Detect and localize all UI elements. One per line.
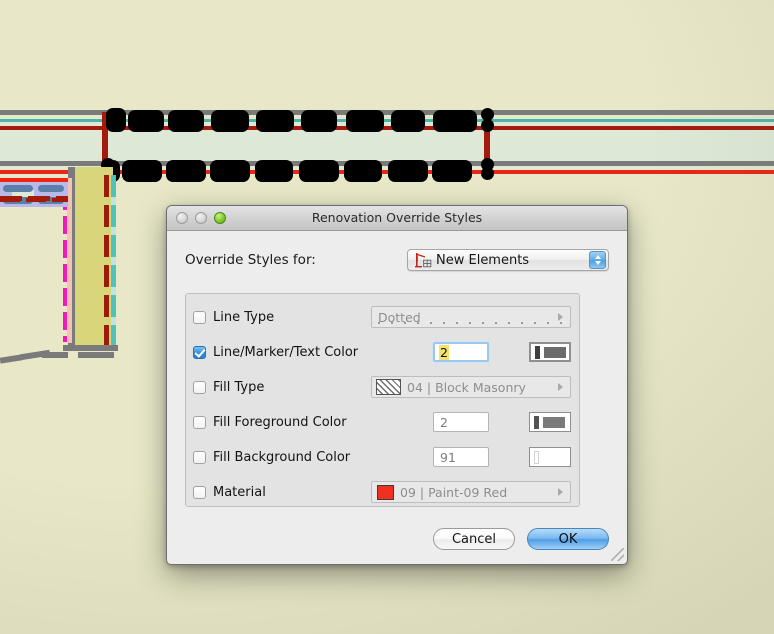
pen-swatch-line-color[interactable]: [529, 342, 571, 362]
redaction-block: [256, 110, 294, 132]
scope-popup-value: New Elements: [436, 252, 530, 268]
override-scope-row: Override Styles for: New Elements: [167, 231, 627, 271]
pen-swatch-fill-foreground[interactable]: [529, 412, 571, 432]
chevron-right-icon: [558, 313, 563, 321]
room-wall-bottom: [63, 345, 118, 351]
room-line-cyan-dashed: [111, 175, 116, 345]
checkbox-line-type[interactable]: [193, 310, 206, 324]
redaction-block: [166, 160, 206, 182]
redaction-block: [433, 110, 477, 132]
pen-number-value-fill-background: 91: [440, 449, 456, 465]
option-row-fill-type: Fill Type 04 | Block Masonry: [186, 374, 579, 400]
label-fill-background-color: Fill Background Color: [213, 449, 351, 465]
redaction-block: [106, 108, 126, 132]
pen-thick-bar: [544, 346, 566, 358]
wall-node: [481, 119, 494, 132]
redaction-block: [128, 110, 164, 132]
pen-number-value-fill-foreground: 2: [440, 414, 448, 430]
resize-grip[interactable]: [611, 548, 624, 561]
detail-dash: [78, 352, 114, 358]
ok-button[interactable]: OK: [527, 528, 609, 550]
redaction-block: [122, 160, 162, 182]
redaction-block: [168, 110, 204, 132]
dialog-button-row: Cancel OK: [433, 528, 609, 550]
wall-node: [481, 167, 494, 180]
redaction-block: [211, 110, 249, 132]
chevron-right-icon: [558, 488, 563, 496]
override-options-group: Line Type Dotted Line/Marker/Text Color …: [185, 293, 580, 507]
redaction-block: [344, 160, 382, 182]
option-row-line-marker-text-color: Line/Marker/Text Color 2: [186, 339, 579, 365]
checkbox-line-marker-text-color[interactable]: [193, 345, 206, 359]
room-line-magenta-dashed: [63, 192, 67, 342]
fill-pattern-swatch: [376, 379, 401, 395]
redaction-block: [346, 110, 384, 132]
zoom-button[interactable]: [214, 212, 226, 224]
furniture-pill: [38, 185, 64, 192]
label-fill-type: Fill Type: [213, 379, 265, 395]
detail-dash: [42, 352, 68, 358]
checkbox-material[interactable]: [193, 485, 206, 499]
redaction-block: [255, 160, 293, 182]
option-row-fill-foreground-color: Fill Foreground Color 2: [186, 409, 579, 435]
checkbox-fill-type[interactable]: [193, 380, 206, 394]
material-preview[interactable]: 09 | Paint-09 Red: [371, 481, 571, 503]
pen-thick-bar: [543, 451, 565, 463]
app-root: Renovation Override Styles Override Styl…: [0, 0, 774, 634]
checkbox-fill-foreground-color[interactable]: [193, 415, 206, 429]
label-fill-foreground-color: Fill Foreground Color: [213, 414, 347, 430]
furniture-pill: [3, 185, 33, 192]
line-type-preview[interactable]: Dotted: [371, 306, 571, 328]
label-line-marker-text-color: Line/Marker/Text Color: [213, 344, 359, 360]
lavender-room-bottom-line-2: [0, 198, 68, 202]
pen-thin-bar: [535, 345, 540, 359]
close-button[interactable]: [176, 212, 188, 224]
label-material: Material: [213, 484, 266, 500]
override-styles-for-label: Override Styles for:: [185, 252, 316, 268]
option-row-material: Material 09 | Paint-09 Red: [186, 479, 579, 505]
cancel-button[interactable]: Cancel: [433, 528, 515, 550]
pen-number-value-line-color: 2: [439, 344, 449, 360]
pen-thick-bar: [543, 416, 565, 428]
renovation-override-styles-dialog[interactable]: Renovation Override Styles Override Styl…: [166, 205, 628, 565]
chevron-right-icon: [558, 383, 563, 391]
pen-swatch-fill-background[interactable]: [529, 447, 571, 467]
pen-number-field-fill-foreground[interactable]: 2: [433, 412, 489, 432]
option-row-fill-background-color: Fill Background Color 91: [186, 444, 579, 470]
dialog-title: Renovation Override Styles: [311, 210, 483, 225]
room-line-darkred-dashed: [104, 175, 109, 345]
checkbox-fill-background-color[interactable]: [193, 450, 206, 464]
dotted-line-preview: [378, 322, 562, 324]
fill-type-value: 04 | Block Masonry: [407, 379, 526, 395]
scope-popup-button[interactable]: New Elements: [407, 249, 609, 271]
redaction-block: [301, 110, 337, 132]
fill-type-preview[interactable]: 04 | Block Masonry: [371, 376, 571, 398]
pen-number-field-line-color[interactable]: 2: [433, 342, 489, 362]
label-line-type: Line Type: [213, 309, 275, 325]
renovation-new-elements-icon: [414, 252, 432, 268]
pen-thin-bar: [534, 415, 539, 429]
dialog-body: Override Styles for: New Elements Line T…: [167, 231, 627, 564]
chevron-updown-icon[interactable]: [589, 251, 606, 269]
redaction-block: [391, 110, 425, 132]
option-row-line-type: Line Type Dotted: [186, 304, 579, 330]
dialog-titlebar[interactable]: Renovation Override Styles: [167, 206, 627, 231]
material-value: 09 | Paint-09 Red: [400, 484, 508, 500]
redaction-block: [299, 160, 339, 182]
pen-thin-bar: [534, 450, 539, 464]
material-color-swatch: [377, 484, 394, 500]
redaction-block: [210, 160, 250, 182]
window-controls[interactable]: [176, 212, 226, 224]
pen-number-field-fill-background[interactable]: 91: [433, 447, 489, 467]
redaction-block: [388, 160, 428, 182]
redaction-block: [432, 160, 472, 182]
minimize-button[interactable]: [195, 212, 207, 224]
